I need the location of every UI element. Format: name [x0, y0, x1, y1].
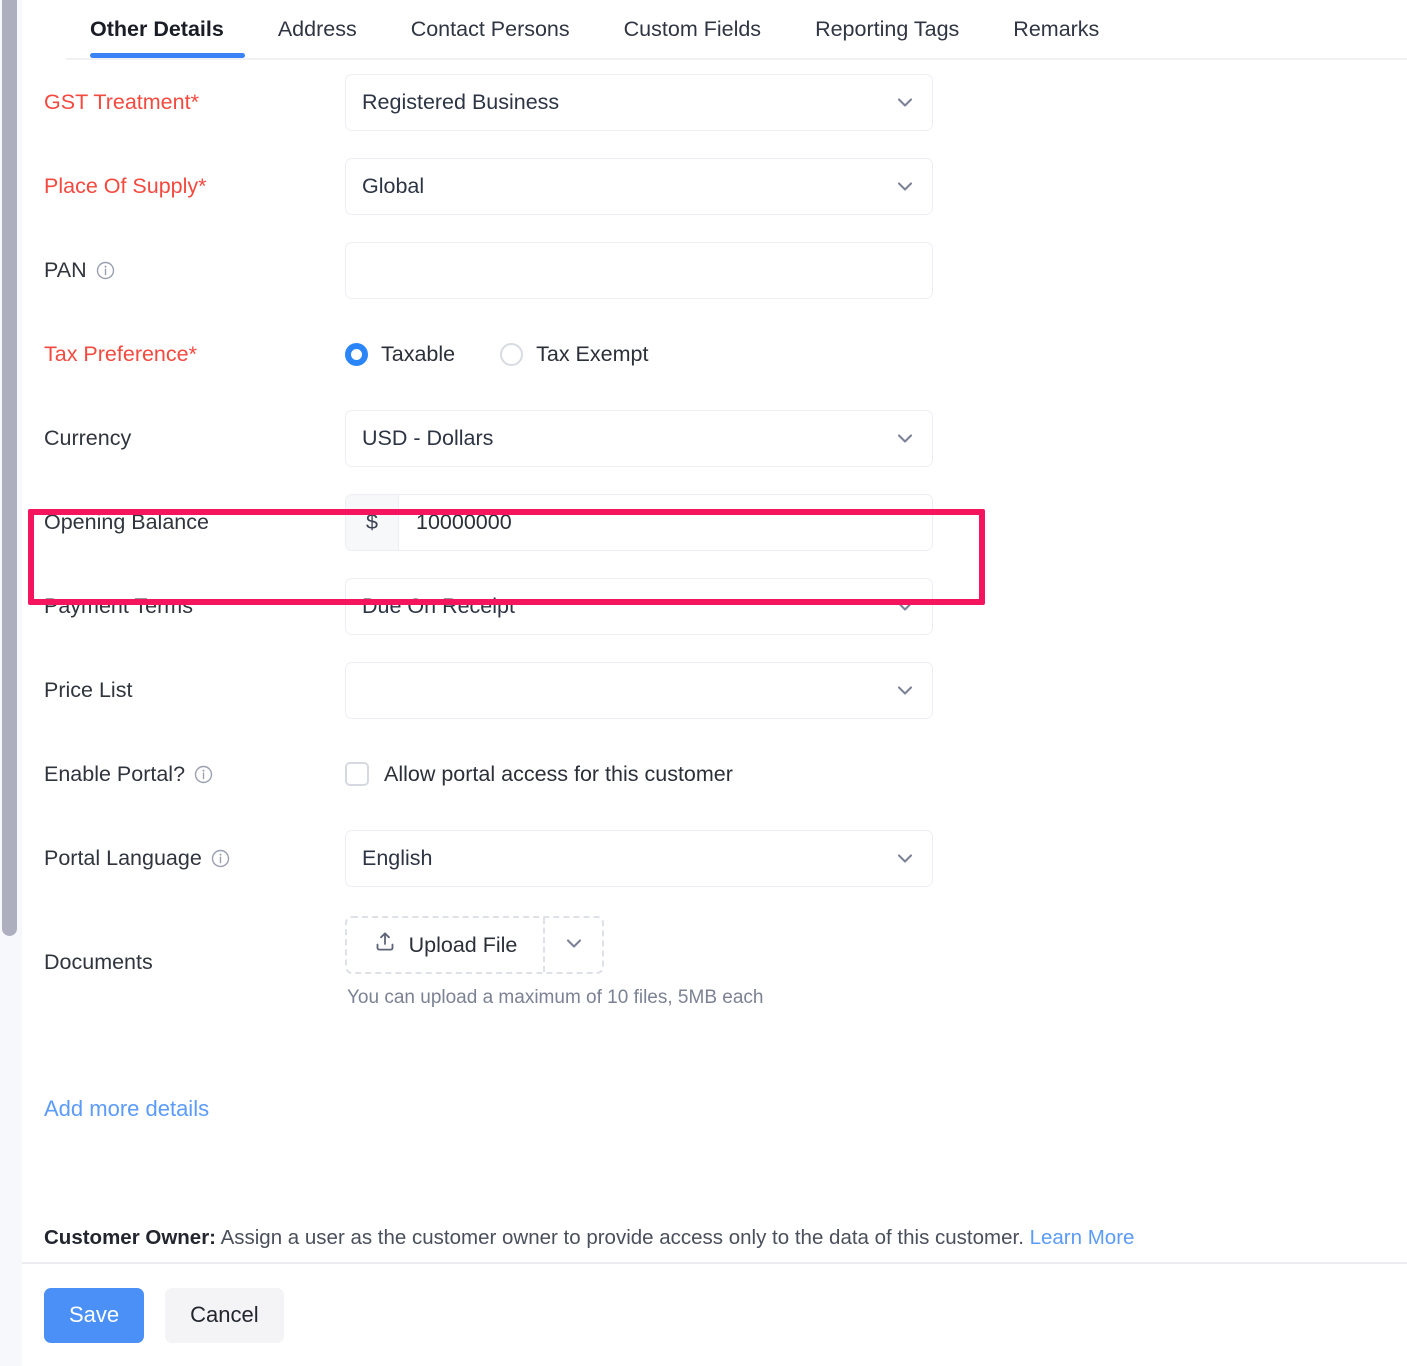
- place-of-supply-select[interactable]: Global: [345, 158, 933, 215]
- field-row-opening-balance: Opening Balance $ 10000000: [22, 480, 1407, 564]
- currency-select[interactable]: USD - Dollars: [345, 410, 933, 467]
- enable-portal-checkbox-label: Allow portal access for this customer: [384, 762, 733, 787]
- label-documents: Documents: [22, 950, 345, 975]
- radio-taxable-indicator[interactable]: [345, 343, 368, 366]
- upload-file-label: Upload File: [409, 933, 518, 958]
- chevron-down-icon: [894, 847, 916, 869]
- label-tax-preference: Tax Preference*: [22, 342, 345, 367]
- page-scrollbar-track[interactable]: [0, 0, 22, 1366]
- label-place-of-supply: Place Of Supply*: [22, 174, 345, 199]
- place-of-supply-value: Global: [362, 174, 894, 199]
- label-payment-terms-text: Payment Terms: [44, 594, 193, 619]
- learn-more-link[interactable]: Learn More: [1030, 1226, 1135, 1249]
- field-row-price-list: Price List: [22, 648, 1407, 732]
- chevron-down-icon: [563, 932, 585, 959]
- portal-language-value: English: [362, 846, 894, 871]
- gst-treatment-value: Registered Business: [362, 90, 894, 115]
- chevron-down-icon: [894, 91, 916, 113]
- payment-terms-value: Due On Receipt: [362, 594, 894, 619]
- other-details-form-page: Other Details Address Contact Persons Cu…: [0, 0, 1407, 1366]
- upload-file-button[interactable]: Upload File: [347, 918, 545, 972]
- field-row-pan: PAN: [22, 228, 1407, 312]
- label-price-list-text: Price List: [44, 678, 132, 703]
- label-gst-treatment-text: GST Treatment*: [44, 90, 199, 115]
- tab-contact-persons[interactable]: Contact Persons: [384, 0, 597, 58]
- enable-portal-checkbox-option[interactable]: Allow portal access for this customer: [345, 762, 733, 787]
- chevron-down-icon: [894, 595, 916, 617]
- info-icon[interactable]: [211, 849, 230, 868]
- label-pan: PAN: [22, 258, 345, 283]
- add-more-details-link[interactable]: Add more details: [44, 1096, 209, 1122]
- tab-remarks[interactable]: Remarks: [986, 0, 1126, 58]
- label-opening-balance: Opening Balance: [22, 510, 345, 535]
- customer-owner-note-text: Assign a user as the customer owner to p…: [216, 1226, 1030, 1249]
- opening-balance-input[interactable]: 10000000: [399, 495, 932, 550]
- chevron-down-icon: [894, 679, 916, 701]
- chevron-down-icon: [894, 427, 916, 449]
- label-currency-text: Currency: [44, 426, 131, 451]
- tax-preference-radio-group: Taxable Tax Exempt: [345, 342, 693, 367]
- currency-value: USD - Dollars: [362, 426, 894, 451]
- field-row-place-of-supply: Place Of Supply* Global: [22, 144, 1407, 228]
- field-row-tax-preference: Tax Preference* Taxable Tax Exempt: [22, 312, 1407, 396]
- currency-symbol: $: [346, 495, 399, 550]
- label-opening-balance-text: Opening Balance: [44, 510, 209, 535]
- upload-file-group: Upload File: [345, 916, 604, 974]
- price-list-select[interactable]: [345, 662, 933, 719]
- label-payment-terms: Payment Terms: [22, 594, 345, 619]
- chevron-down-icon: [894, 175, 916, 197]
- customer-owner-note-title: Customer Owner:: [44, 1226, 216, 1249]
- label-documents-text: Documents: [44, 950, 153, 975]
- enable-portal-checkbox[interactable]: [345, 762, 369, 786]
- portal-language-select[interactable]: English: [345, 830, 933, 887]
- label-tax-preference-text: Tax Preference*: [44, 342, 197, 367]
- field-row-payment-terms: Payment Terms Due On Receipt: [22, 564, 1407, 648]
- field-row-enable-portal: Enable Portal? Allow portal access for t…: [22, 732, 1407, 816]
- customer-owner-note: Customer Owner: Assign a user as the cus…: [44, 1226, 1407, 1250]
- payment-terms-select[interactable]: Due On Receipt: [345, 578, 933, 635]
- pan-input[interactable]: [345, 242, 933, 299]
- tab-bar: Other Details Address Contact Persons Cu…: [22, 0, 1407, 60]
- opening-balance-field[interactable]: $ 10000000: [345, 494, 933, 551]
- label-portal-language: Portal Language: [22, 846, 345, 871]
- label-price-list: Price List: [22, 678, 345, 703]
- upload-hint-text: You can upload a maximum of 10 files, 5M…: [345, 987, 763, 1009]
- info-icon[interactable]: [96, 261, 115, 280]
- info-icon[interactable]: [194, 765, 213, 784]
- field-row-portal-language: Portal Language English: [22, 816, 1407, 900]
- tab-custom-fields[interactable]: Custom Fields: [597, 0, 788, 58]
- gst-treatment-select[interactable]: Registered Business: [345, 74, 933, 131]
- radio-option-tax-exempt[interactable]: Tax Exempt: [500, 342, 648, 367]
- field-row-currency: Currency USD - Dollars: [22, 396, 1407, 480]
- note-divider: [22, 1208, 1407, 1209]
- tab-reporting-tags[interactable]: Reporting Tags: [788, 0, 986, 58]
- label-pan-text: PAN: [44, 258, 87, 283]
- label-currency: Currency: [22, 426, 345, 451]
- cancel-button[interactable]: Cancel: [165, 1288, 283, 1343]
- form-action-bar: Save Cancel: [22, 1262, 1407, 1366]
- upload-icon: [373, 930, 397, 960]
- page-scrollbar-thumb[interactable]: [2, 0, 17, 936]
- label-portal-language-text: Portal Language: [44, 846, 202, 871]
- radio-tax-exempt-indicator[interactable]: [500, 343, 523, 366]
- radio-option-taxable[interactable]: Taxable: [345, 342, 455, 367]
- radio-tax-exempt-label: Tax Exempt: [536, 342, 648, 367]
- label-enable-portal: Enable Portal?: [22, 762, 345, 787]
- field-row-documents: Documents Upload File: [22, 900, 1407, 1025]
- other-details-form: GST Treatment* Registered Business Place…: [22, 60, 1407, 1025]
- tab-other-details[interactable]: Other Details: [68, 0, 251, 58]
- tab-address[interactable]: Address: [251, 0, 384, 58]
- field-row-gst-treatment: GST Treatment* Registered Business: [22, 60, 1407, 144]
- save-button[interactable]: Save: [44, 1288, 144, 1343]
- radio-taxable-label: Taxable: [381, 342, 455, 367]
- label-place-of-supply-text: Place Of Supply*: [44, 174, 207, 199]
- upload-options-button[interactable]: [545, 918, 602, 972]
- label-enable-portal-text: Enable Portal?: [44, 762, 185, 787]
- label-gst-treatment: GST Treatment*: [22, 90, 345, 115]
